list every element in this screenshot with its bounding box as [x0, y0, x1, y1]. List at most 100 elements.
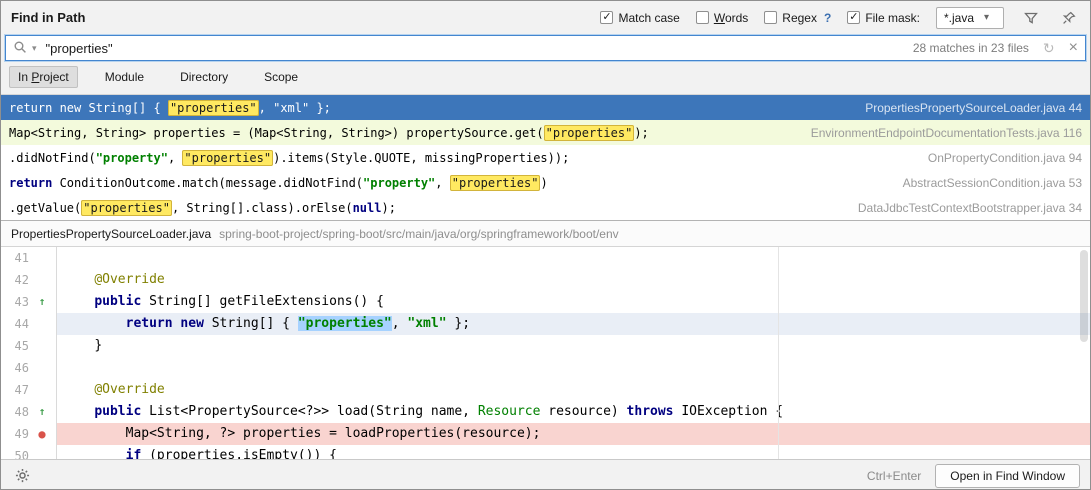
footer-actions: Ctrl+Enter Open in Find Window — [867, 464, 1080, 488]
code-segment: ConditionOutcome.match(message.didNotFin… — [52, 176, 363, 190]
code-segment: "properties" — [182, 150, 273, 166]
match-case-checkbox[interactable]: ✓ — [600, 11, 613, 24]
line-number: 45 — [1, 335, 29, 357]
editor-line[interactable]: 43↑ public String[] getFileExtensions() … — [1, 291, 1090, 313]
editor-line[interactable]: 47 @Override — [1, 379, 1090, 401]
file-mask-checkbox[interactable]: ✓ — [847, 11, 860, 24]
editor-code: return new String[] { "properties", "xml… — [57, 313, 1090, 335]
pin-icon[interactable] — [1058, 7, 1080, 29]
scope-tabs: In Project Module Directory Scope — [1, 64, 1090, 94]
code-segment: ); — [381, 201, 395, 215]
code-segment: , String[].class).orElse( — [172, 201, 353, 215]
editor-gutter: 50 — [1, 445, 57, 459]
search-row: ▾ "properties" 28 matches in 23 files ↻ … — [1, 34, 1090, 64]
results-list: return new String[] { "properties", "xml… — [1, 94, 1090, 221]
code-segment — [63, 294, 94, 309]
chevron-down-icon[interactable]: ▾ — [984, 12, 989, 23]
code-segment: "property" — [363, 176, 435, 190]
tab-scope[interactable]: Scope — [255, 66, 307, 88]
code-segment: public — [94, 294, 141, 309]
option-regex[interactable]: Regex ? — [764, 11, 831, 25]
editor-gutter: 44 — [1, 313, 57, 335]
code-preview[interactable]: 4142 @Override43↑ public String[] getFil… — [1, 247, 1090, 459]
code-segment: @Override — [94, 272, 164, 287]
tab-in-project[interactable]: In Project — [9, 66, 78, 88]
code-segment: , — [168, 151, 182, 165]
code-segment: return — [126, 316, 173, 331]
editor-line[interactable]: 45 } — [1, 335, 1090, 357]
override-icon[interactable]: ↑ — [29, 401, 55, 423]
gear-icon[interactable] — [11, 465, 33, 487]
result-row[interactable]: Map<String, String> properties = (Map<St… — [1, 120, 1090, 145]
search-icon[interactable] — [13, 40, 27, 57]
line-number: 50 — [1, 445, 29, 459]
file-mask-combobox[interactable]: *.java ▾ — [936, 7, 1004, 29]
override-icon[interactable]: ↑ — [29, 291, 55, 313]
regex-help-icon[interactable]: ? — [824, 11, 831, 25]
code-segment: new — [180, 316, 203, 331]
result-row[interactable]: return ConditionOutcome.match(message.di… — [1, 170, 1090, 195]
editor-line[interactable]: 46 — [1, 357, 1090, 379]
dialog-footer: Ctrl+Enter Open in Find Window — [1, 459, 1090, 490]
result-file-ref: EnvironmentEndpointDocumentationTests.ja… — [791, 126, 1082, 140]
file-mask-value: *.java — [944, 11, 974, 25]
code-segment — [63, 448, 126, 459]
editor-code: if (properties.isEmpty()) { — [57, 445, 1090, 459]
refresh-icon[interactable]: ↻ — [1043, 40, 1055, 57]
editor-gutter: 48↑ — [1, 401, 57, 423]
code-segment: ) — [540, 176, 547, 190]
option-words[interactable]: Words — [696, 11, 748, 25]
editor-line[interactable]: 49● Map<String, ?> properties = loadProp… — [1, 423, 1090, 445]
code-segment: ); — [634, 126, 648, 140]
preview-file-path: spring-boot-project/spring-boot/src/main… — [219, 227, 619, 241]
code-segment: IOException { — [674, 404, 784, 419]
editor-line[interactable]: 48↑ public List<PropertySource<?>> load(… — [1, 401, 1090, 423]
editor-line[interactable]: 42 @Override — [1, 269, 1090, 291]
filter-icon[interactable] — [1020, 7, 1042, 29]
tab-module[interactable]: Module — [96, 66, 153, 88]
search-input[interactable]: ▾ "properties" 28 matches in 23 files ↻ … — [5, 35, 1086, 61]
search-query-value: "properties" — [46, 41, 113, 56]
code-segment: ).items(Style.QUOTE, missingProperties))… — [273, 151, 569, 165]
result-row[interactable]: .getValue("properties", String[].class).… — [1, 195, 1090, 220]
code-segment: String[] { — [204, 316, 298, 331]
editor-code: Map<String, ?> properties = loadProperti… — [57, 423, 1090, 445]
breakpoint-icon[interactable]: ● — [29, 423, 55, 445]
option-match-case[interactable]: ✓ Match case — [600, 11, 679, 25]
line-number: 48 — [1, 401, 29, 423]
code-segment: "property" — [96, 151, 168, 165]
code-segment — [63, 272, 94, 287]
result-code: .getValue("properties", String[].class).… — [9, 201, 396, 215]
editor-gutter: 42 — [1, 269, 57, 291]
editor-line[interactable]: 44 return new String[] { "properties", "… — [1, 313, 1090, 335]
result-row[interactable]: .didNotFind("property", "properties").it… — [1, 145, 1090, 170]
search-history-chevron-icon[interactable]: ▾ — [32, 43, 37, 54]
editor-line[interactable]: 50 if (properties.isEmpty()) { — [1, 445, 1090, 459]
editor-line[interactable]: 41 — [1, 247, 1090, 269]
code-segment: Map<String, String> properties = (Map<St… — [9, 126, 544, 140]
editor-code: @Override — [57, 379, 1090, 401]
editor-code: public List<PropertySource<?>> load(Stri… — [57, 401, 1090, 423]
editor-scrollbar[interactable] — [1080, 250, 1088, 342]
tab-directory[interactable]: Directory — [171, 66, 237, 88]
words-checkbox[interactable] — [696, 11, 709, 24]
close-icon[interactable]: × — [1069, 40, 1078, 56]
code-segment: } — [63, 338, 102, 353]
regex-checkbox[interactable] — [764, 11, 777, 24]
code-segment: .getValue( — [9, 201, 81, 215]
code-segment: "properties" — [450, 175, 541, 191]
code-segment: if — [126, 448, 142, 459]
open-in-find-window-button[interactable]: Open in Find Window — [935, 464, 1080, 488]
code-segment: "properties" — [544, 125, 635, 141]
result-row[interactable]: return new String[] { "properties", "xml… — [1, 95, 1090, 120]
editor-code: @Override — [57, 269, 1090, 291]
option-file-mask[interactable]: ✓ File mask: — [847, 11, 920, 25]
editor-gutter: 46 — [1, 357, 57, 379]
code-segment: resource) — [540, 404, 626, 419]
code-segment: "xml" — [407, 316, 446, 331]
result-code: return ConditionOutcome.match(message.di… — [9, 176, 548, 190]
result-file-ref: DataJdbcTestContextBootstrapper.java 34 — [838, 201, 1082, 215]
code-segment: , — [435, 176, 449, 190]
code-segment: return — [9, 176, 52, 190]
code-segment: "properties" — [168, 100, 259, 116]
